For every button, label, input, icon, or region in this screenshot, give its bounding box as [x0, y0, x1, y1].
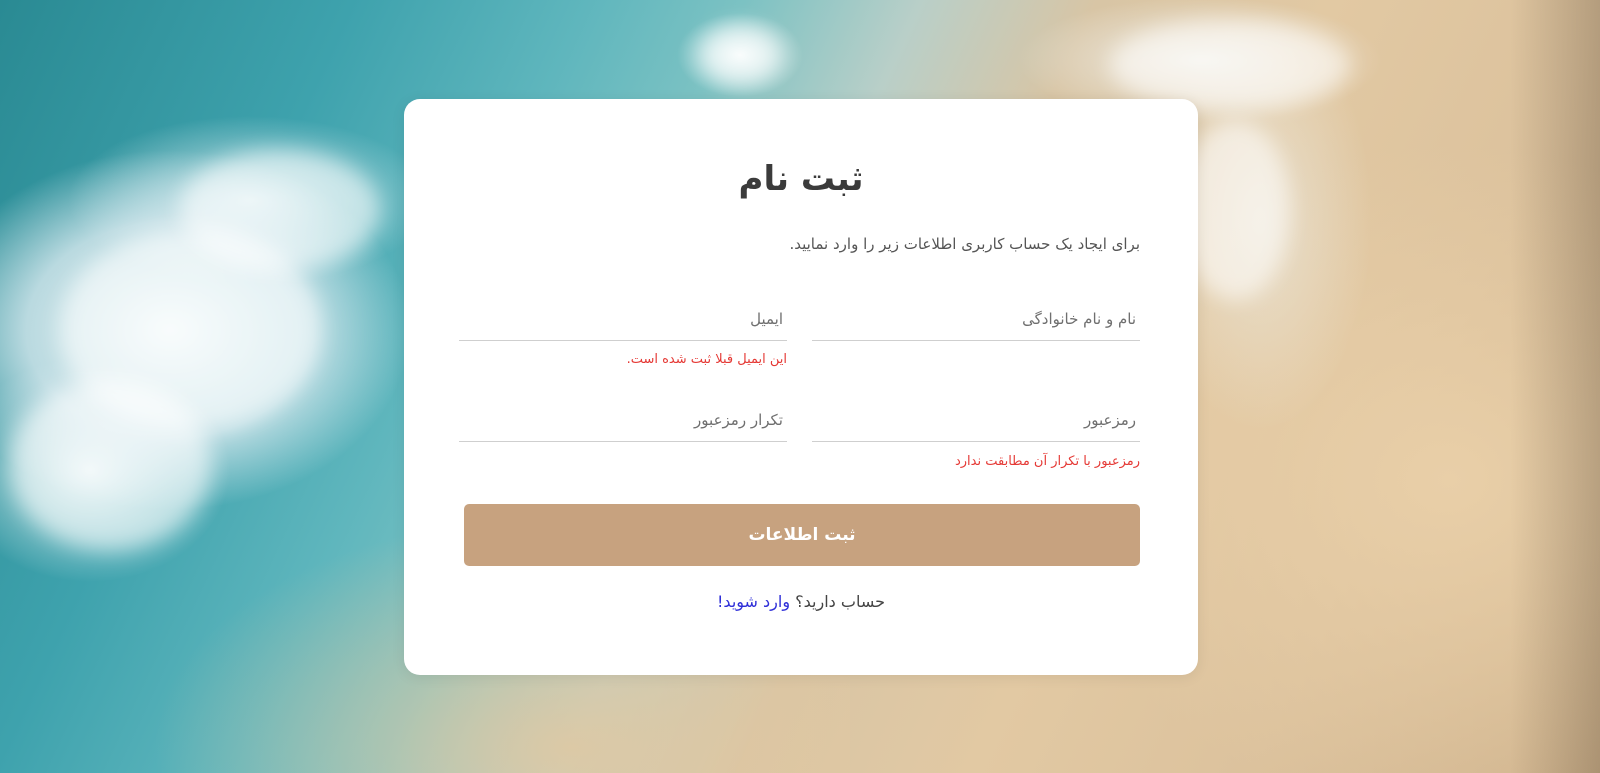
- password-error-message: رمزعبور با تکرار آن مطابقت ندارد: [954, 454, 1140, 469]
- submit-button[interactable]: ثبت اطلاعات: [464, 504, 1140, 566]
- login-link[interactable]: وارد شوید!: [717, 592, 790, 611]
- email-error-message: این ایمیل قبلا ثبت شده است.: [626, 352, 787, 367]
- email-input[interactable]: [459, 298, 787, 340]
- login-question: حساب دارید؟: [795, 592, 885, 611]
- page-title: ثبت نام: [738, 159, 864, 199]
- form-subtitle: برای ایجاد یک حساب کاربری اطلاعات زیر را…: [789, 235, 1140, 253]
- password-confirm-input[interactable]: [459, 399, 787, 441]
- full-name-input[interactable]: [812, 298, 1140, 340]
- password-input[interactable]: [812, 399, 1140, 441]
- email-field: [459, 298, 787, 341]
- full-name-field: [812, 298, 1140, 341]
- password-field: [812, 399, 1140, 442]
- password-confirm-field: [459, 399, 787, 442]
- login-prompt: حساب دارید؟ وارد شوید!: [404, 592, 1198, 611]
- signup-card: ثبت نام برای ایجاد یک حساب کاربری اطلاعا…: [404, 99, 1198, 675]
